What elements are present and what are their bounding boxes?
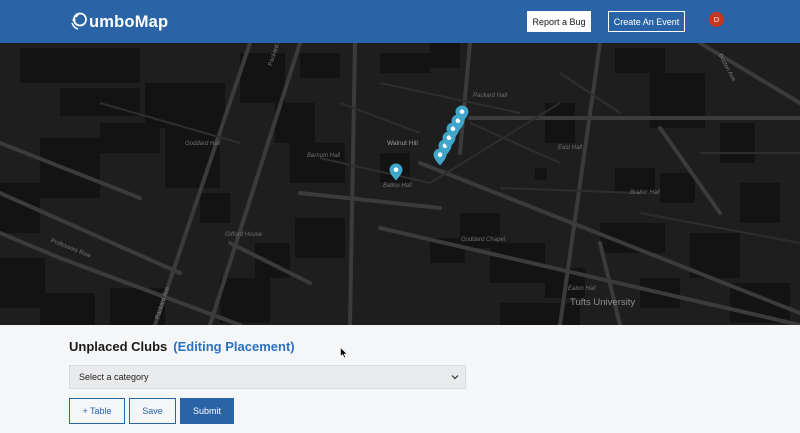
add-table-button[interactable]: + Table <box>69 398 125 424</box>
jumbomap-logo[interactable]: umboMap <box>70 10 168 34</box>
chevron-down-icon <box>451 375 459 380</box>
unplaced-clubs-title: Unplaced Clubs <box>69 339 168 354</box>
label-east-hall: East Hall <box>558 145 583 151</box>
category-select[interactable]: Select a category <box>69 365 466 389</box>
club-pin[interactable] <box>389 163 403 181</box>
label-eaton-hall: Eaton Hall <box>568 286 596 292</box>
create-event-button[interactable]: Create An Event <box>608 11 685 32</box>
campus-map[interactable]: Packard Hall Goddard Hall Walnut Hill Ea… <box>0 43 800 325</box>
editing-placement-label: (Editing Placement) <box>173 339 295 354</box>
label-packard-hall: Packard Hall <box>473 93 508 99</box>
unplaced-clubs-heading: Unplaced Clubs (Editing Placement) <box>69 339 295 354</box>
user-avatar[interactable]: D <box>709 12 724 27</box>
top-navbar: umboMap Report a Bug Create An Event D <box>0 0 800 43</box>
label-barnum-hall: Barnum Hall <box>307 153 341 159</box>
label-braker-hall: Braker Hall <box>630 190 660 196</box>
club-pin[interactable] <box>455 105 469 123</box>
map-marker-icon <box>389 163 403 181</box>
category-select-value: Select a category <box>79 372 149 382</box>
save-button[interactable]: Save <box>129 398 176 424</box>
label-ballou-hall: Ballou Hall <box>383 183 412 189</box>
label-goddard-chapel: Goddard Chapel <box>461 237 506 243</box>
label-gifford-house: Gifford House <box>225 232 263 238</box>
submit-button[interactable]: Submit <box>180 398 234 424</box>
mouse-cursor-icon <box>340 347 348 359</box>
logo-mark-icon <box>71 12 87 30</box>
logo-text: umboMap <box>89 12 169 31</box>
map-marker-icon <box>455 105 469 123</box>
label-goddard-hall: Goddard Hall <box>185 141 221 147</box>
report-bug-button[interactable]: Report a Bug <box>527 11 591 32</box>
label-walnut-hill: Walnut Hill <box>387 140 418 147</box>
label-tufts-university: Tufts University <box>570 297 636 308</box>
